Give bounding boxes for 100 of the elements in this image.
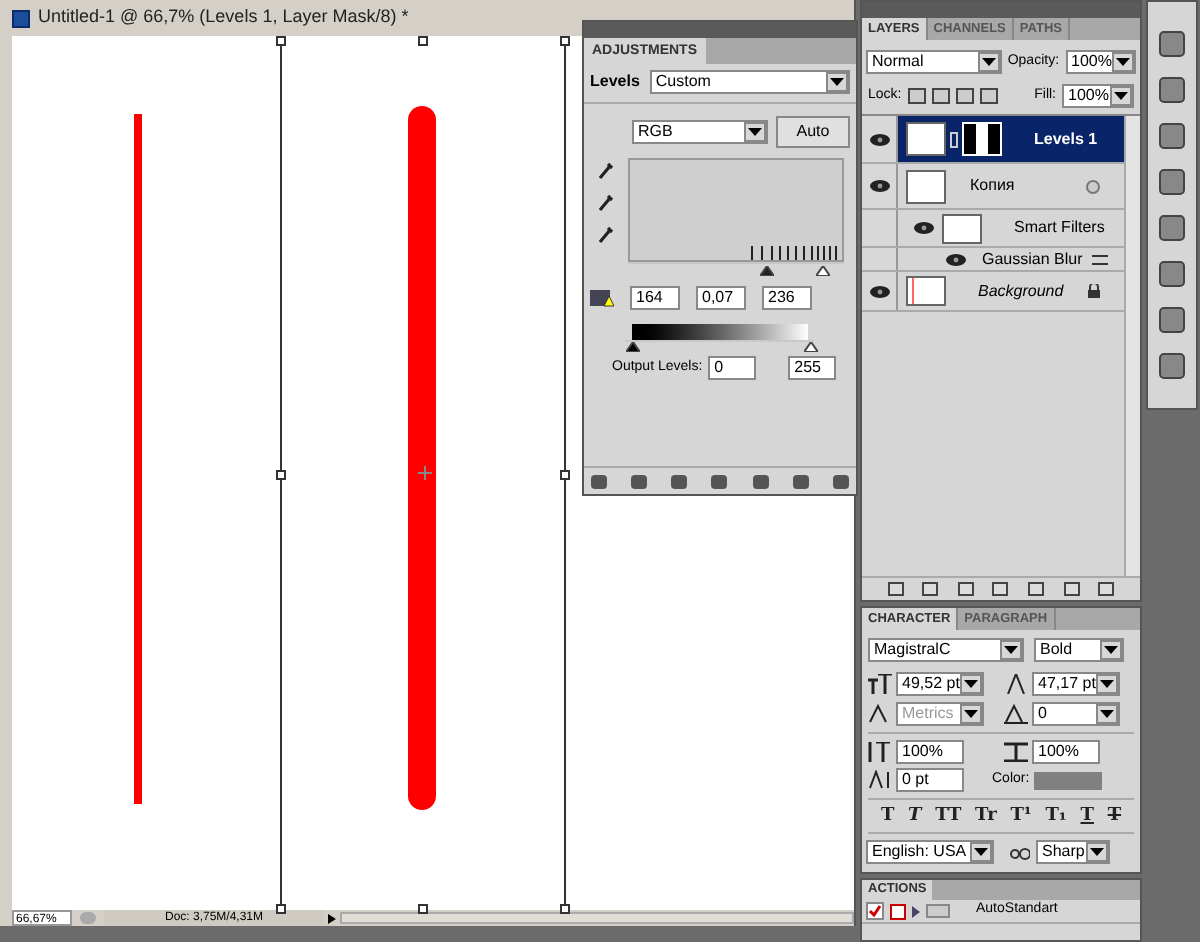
dropdown-arrow-icon[interactable] [977,52,1000,72]
text-style-button[interactable]: T [908,806,922,826]
mask-thumbnail [962,122,1002,156]
app-logo-icon [12,9,30,27]
filter-mask-thumbnail [942,213,982,243]
window-title: Untitled-1 @ 66,7% (Levels 1, Layer Mask/8) * [38,4,409,31]
eye-icon[interactable] [914,222,934,234]
layer-row[interactable]: Smart Filters [862,210,1124,248]
clipping-warning-icon[interactable] [590,288,614,308]
language-dropdown[interactable]: English: USA [866,840,994,864]
antialias-dropdown[interactable]: Sharp [1036,840,1110,864]
dropdown-arrow-icon[interactable] [960,674,982,694]
eyedropper-icon[interactable] [598,226,614,244]
dropdown-arrow-icon[interactable] [1000,640,1022,660]
dropdown-arrow-icon[interactable] [1100,640,1122,660]
text-style-button[interactable]: T₁ [1045,806,1067,826]
dropdown-arrow-icon[interactable] [1112,52,1134,72]
channel-dropdown[interactable]: RGB [632,120,768,144]
background-thumbnail [906,276,946,306]
transform-handle[interactable] [276,470,286,480]
transform-handle[interactable] [276,36,286,46]
transform-handle[interactable] [418,36,428,46]
output-slider-thumb[interactable] [626,342,640,352]
adjustment-label: Levels [590,70,640,94]
play-icon[interactable] [328,913,336,923]
eye-icon[interactable] [946,253,966,265]
fill-field[interactable]: 100% [1062,84,1134,108]
tracking-field[interactable]: 0 [1032,702,1120,726]
leading-icon [1004,674,1028,694]
antialias-icon [1010,844,1030,860]
vertical-scale-field[interactable]: 100% [896,740,964,764]
horizontal-scale-field[interactable]: 100% [1032,740,1100,764]
dropdown-arrow-icon[interactable] [1110,86,1132,106]
input-level-field[interactable]: 164 [630,286,680,310]
transform-handle[interactable] [418,904,428,914]
tracking-icon [1004,704,1028,724]
eye-icon[interactable] [869,133,889,145]
eye-icon[interactable] [869,285,889,297]
preset-dropdown[interactable]: Custom [649,70,850,94]
text-style-button[interactable]: T¹ [1010,806,1032,826]
lock-icon [1088,284,1100,298]
leading-field[interactable]: 47,17 pt [1032,672,1120,696]
blend-mode-dropdown[interactable]: Normal [866,50,1002,74]
text-style-button[interactable]: T [1107,806,1122,826]
layer-name: Smart Filters [1014,216,1105,240]
output-level-field[interactable]: 0 [708,356,757,380]
text-style-button[interactable]: T [1080,806,1094,826]
layer-row[interactable]: Gaussian Blur [862,248,1124,272]
output-level-field[interactable]: 255 [788,356,837,380]
histogram-ticks [750,246,840,260]
transform-handle[interactable] [276,904,286,914]
eyedropper-icon[interactable] [598,194,614,212]
text-style-button[interactable]: T [880,806,895,826]
layer-row[interactable]: Levels 1 [862,116,1124,164]
layer-row[interactable]: Background [862,272,1124,312]
smart-filter-icon [1086,179,1100,193]
layer-name: Копия [970,174,1017,198]
vertical-scale-icon [868,742,892,762]
font-size-icon [868,674,892,694]
status-icon [80,912,96,924]
dialog-toggle-icon[interactable] [890,903,906,919]
smart-object-thumbnail [906,169,946,203]
dropdown-arrow-icon[interactable] [826,72,848,92]
eye-icon[interactable] [869,180,889,192]
transform-handle[interactable] [560,470,570,480]
layer-name: Levels 1 [1034,127,1098,151]
layer-name: Background [978,279,1066,303]
dropdown-arrow-icon[interactable] [744,122,766,142]
text-style-button[interactable]: Tr [975,806,997,826]
layers-scrollbar[interactable] [1124,116,1140,576]
eyedropper-icon[interactable] [598,162,614,180]
horizontal-scale-icon [1004,742,1028,762]
output-slider-thumb[interactable] [804,342,818,352]
font-style-dropdown[interactable]: Bold [1034,638,1124,662]
input-slider-thumb[interactable] [815,266,830,276]
opacity-field[interactable]: 100% [1065,50,1136,74]
text-style-button[interactable]: TT [935,806,962,826]
transform-handle[interactable] [560,36,570,46]
dropdown-arrow-icon[interactable] [970,842,992,862]
levels-thumbnail [906,122,946,156]
transform-handle[interactable] [560,904,570,914]
input-level-field[interactable]: 236 [762,286,812,310]
dropdown-arrow-icon[interactable] [1096,704,1118,724]
expand-triangle-icon[interactable] [912,905,920,917]
dropdown-arrow-icon[interactable] [1086,842,1108,862]
font-family-dropdown[interactable]: MagistralC [868,638,1024,662]
layer-row[interactable]: Копия [862,164,1124,210]
filter-options-icon[interactable] [1092,253,1108,265]
dropdown-arrow-icon[interactable] [1096,674,1118,694]
input-level-field[interactable]: 0,07 [696,286,746,310]
baseline-shift-icon [868,770,892,790]
layer-name: Gaussian Blur [982,247,1085,271]
font-size-field[interactable]: 49,52 pt [896,672,984,696]
input-slider-thumb[interactable] [759,266,774,276]
action-checkbox[interactable] [866,902,884,920]
scrollbar[interactable] [340,912,854,924]
kerning-icon [868,704,892,724]
color-swatch[interactable] [1033,771,1102,789]
auto-button[interactable]: Auto [776,116,850,148]
baseline-shift-field[interactable]: 0 pt [896,768,964,792]
